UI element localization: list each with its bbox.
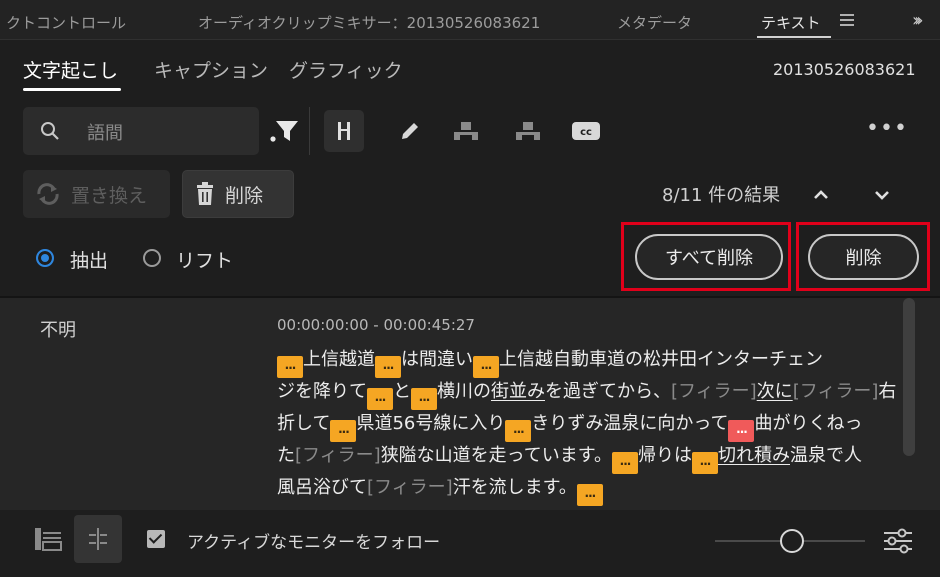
filter-icon[interactable]	[264, 110, 304, 152]
transcript-word[interactable]: 折して	[277, 413, 330, 434]
transcript-scrollbar[interactable]	[903, 298, 915, 456]
chevron-up-icon[interactable]	[810, 184, 832, 206]
replace-button[interactable]: 置き換え	[23, 170, 170, 218]
extract-label: 抽出	[70, 250, 109, 272]
pause-marker[interactable]: ...	[473, 356, 499, 378]
panel-tab-bar: クトコントロール オーディオクリップミキサー：20130526083621 メタ…	[0, 0, 940, 40]
lift-label: リフト	[176, 250, 234, 272]
transcript-line: ジを降りて... と... 横川の街並みを過ぎてから、[フィラー]次に[フィラー]右	[277, 377, 896, 410]
transcript-word[interactable]: は間違い	[401, 349, 473, 370]
transcript-word[interactable]: 横川の	[437, 381, 491, 402]
split-segment-icon[interactable]	[324, 110, 364, 152]
transcript-word[interactable]: 上信越道	[303, 349, 375, 370]
search-icon	[41, 122, 59, 140]
transcript-word[interactable]: ジを降りて	[277, 381, 367, 402]
pause-marker[interactable]: ...	[277, 356, 303, 378]
toolbar-divider	[309, 107, 310, 155]
transcript-word[interactable]: 切れ積み	[718, 445, 790, 466]
pause-marker[interactable]: ...	[375, 356, 401, 378]
svg-text:cc: cc	[580, 127, 592, 138]
extract-radio[interactable]	[36, 249, 54, 267]
pause-marker[interactable]: ...	[367, 388, 393, 410]
panel-menu-icon[interactable]	[840, 14, 854, 26]
transcript-word[interactable]: 県道56号線に入り	[356, 413, 505, 434]
tab-text[interactable]: テキスト	[761, 12, 821, 33]
transcript-word[interactable]: 温泉で人	[790, 445, 862, 466]
transcript-word[interactable]: 街並み	[491, 381, 545, 402]
filler-word[interactable]: [フィラー]	[671, 381, 757, 402]
settings-sliders-icon[interactable]	[882, 527, 914, 555]
transcript-word[interactable]: 狭隘な山道を走っています。	[381, 445, 612, 466]
follow-monitor-label: アクティブなモニターをフォロー	[187, 533, 441, 553]
search-input[interactable]: 語間	[87, 119, 123, 145]
filler-word[interactable]: [フィラー]	[793, 381, 879, 402]
lift-radio[interactable]	[143, 249, 161, 267]
search-results-count: 8/11 件の結果	[662, 185, 781, 206]
panel-overflow-icon[interactable]: ›››	[912, 10, 923, 31]
subtab-captions[interactable]: キャプション	[154, 56, 268, 83]
edit-pencil-icon[interactable]	[390, 110, 430, 152]
pause-marker[interactable]: ...	[692, 452, 718, 474]
transcript-line: た[フィラー]狭隘な山道を走っています。... 帰りは... 切れ積み温泉で人	[277, 441, 862, 474]
transcript-line: 風呂浴びて[フィラー]汗を流します。...	[277, 473, 603, 506]
more-options-icon[interactable]: •••	[866, 116, 908, 141]
replace-label: 置き換え	[71, 184, 148, 207]
merge-up-icon[interactable]	[446, 110, 486, 152]
transcript-line: ... 上信越道... は間違い... 上信越自動車道の松井田インターチェン	[277, 345, 823, 378]
transcript-word[interactable]: と	[393, 381, 411, 402]
closed-caption-icon[interactable]: cc	[566, 110, 606, 152]
segment-timecode: 00:00:00:00 - 00:00:45:27	[277, 316, 475, 334]
pause-marker[interactable]: ...	[612, 452, 638, 474]
pause-marker[interactable]: ...	[505, 420, 532, 442]
search-field[interactable]: 語間	[23, 107, 259, 155]
sync-playhead-icon[interactable]	[74, 515, 122, 563]
tab-effect-controls[interactable]: クトコントロール	[6, 12, 126, 33]
transcript-word[interactable]: 汗を流します。	[453, 477, 577, 498]
subtab-graphics[interactable]: グラフィック	[289, 56, 403, 83]
chevron-down-icon[interactable]	[871, 184, 893, 206]
follow-monitor-checkbox[interactable]	[147, 530, 165, 548]
speaker-label[interactable]: 不明	[40, 316, 76, 342]
highlight-box-delete	[796, 222, 930, 291]
merge-down-icon[interactable]	[508, 110, 548, 152]
filler-word[interactable]: [フィラー]	[367, 477, 453, 498]
pause-marker[interactable]: ...	[576, 484, 603, 506]
transcript-word[interactable]: 曲がりくねっ	[754, 413, 862, 434]
transcript-word[interactable]: 上信越自動車道の松井田インターチェン	[499, 349, 823, 370]
filler-word[interactable]: [フィラー]	[295, 445, 381, 466]
transcript-word[interactable]: 右	[878, 381, 896, 402]
zoom-slider-knob[interactable]	[780, 529, 804, 553]
delete-action-button[interactable]: 削除	[182, 170, 294, 218]
trash-icon	[197, 182, 213, 205]
tab-metadata[interactable]: メタデータ	[617, 12, 692, 33]
sequence-name: 20130526083621	[773, 60, 916, 79]
subtab-underline	[23, 88, 121, 91]
transcript-word[interactable]: 風呂浴びて	[277, 477, 367, 498]
transcript-word[interactable]: きりずみ温泉に向かって	[531, 413, 728, 434]
transcript-word[interactable]: 次に	[757, 381, 793, 402]
tab-audio-clip-mixer[interactable]: オーディオクリップミキサー：20130526083621	[198, 12, 540, 33]
transcript-word[interactable]: 帰りは	[638, 445, 692, 466]
refresh-icon	[37, 183, 59, 205]
active-tab-underline	[757, 36, 831, 38]
transcript-word[interactable]: を過ぎてから、	[545, 381, 671, 402]
transcript-view-icon[interactable]	[24, 515, 72, 563]
transcript-word[interactable]: た	[277, 445, 295, 466]
pause-marker[interactable]: ...	[330, 420, 357, 442]
delete-action-label: 削除	[225, 184, 264, 207]
pause-marker-selected[interactable]: ...	[728, 420, 755, 442]
highlight-box-delete-all	[621, 222, 791, 291]
transcript-line: 折して... 県道56号線に入り... きりずみ温泉に向かって... 曲がりくねっ	[277, 409, 862, 442]
subtab-transcript[interactable]: 文字起こし	[23, 56, 118, 83]
pause-marker[interactable]: ...	[411, 388, 437, 410]
